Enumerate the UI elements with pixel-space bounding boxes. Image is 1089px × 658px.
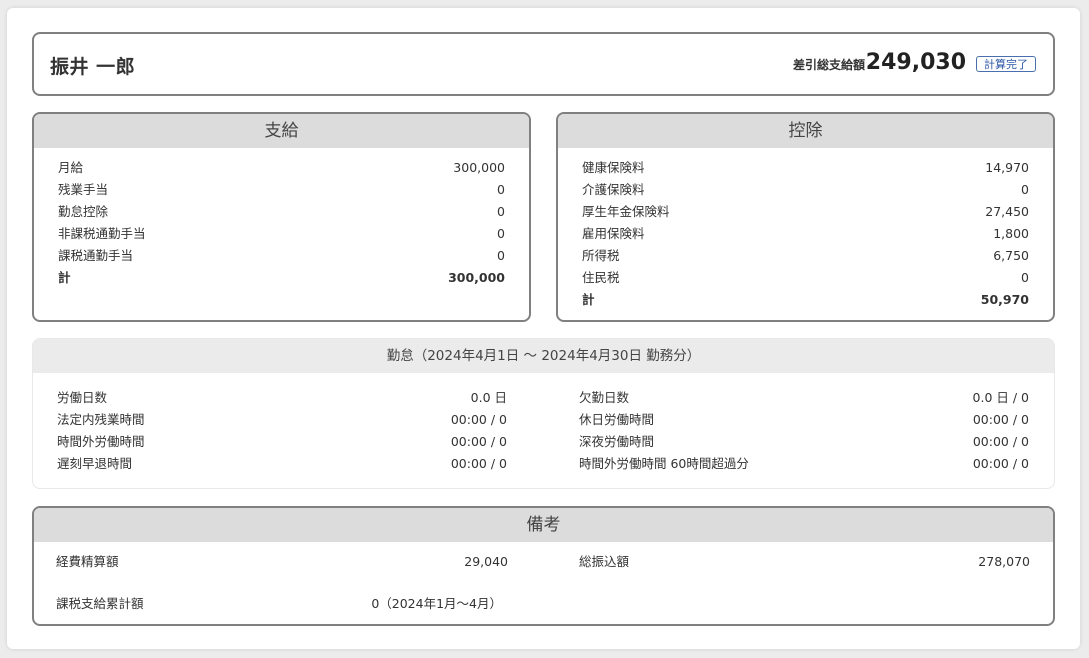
deductions-label: 健康保険料 (582, 160, 645, 175)
deductions-row: 雇用保険料 1,800 (582, 223, 1029, 245)
expense-value: 29,040 (464, 554, 508, 569)
deductions-label: 厚生年金保険料 (582, 204, 670, 219)
attendance-label: 遅刻早退時間 (57, 456, 133, 471)
ytd-label: 課税支給累計額 (56, 596, 144, 611)
deductions-total-row: 計 50,970 (582, 289, 1029, 311)
attendance-value: 0.0 日 (470, 390, 507, 405)
attendance-value: 00:00 / 0 (450, 434, 507, 449)
attendance-row: 法定内残業時間 00:00 / 0 (57, 409, 507, 431)
deductions-title: 控除 (558, 114, 1053, 148)
transfer-value: 278,070 (978, 554, 1030, 569)
transfer-label: 総振込額 (579, 554, 630, 569)
net-pay-label: 差引総支給額 (792, 58, 865, 72)
earnings-value: 300,000 (453, 160, 505, 175)
deductions-value: 0 (1021, 182, 1029, 197)
deductions-total-label: 計 (582, 292, 595, 307)
deductions-value: 1,800 (993, 226, 1029, 241)
attendance-label: 労働日数 (57, 390, 108, 405)
deductions-row: 所得税 6,750 (582, 245, 1029, 267)
earnings-label: 非課税通勤手当 (58, 226, 146, 241)
attendance-row: 深夜労働時間 00:00 / 0 (579, 431, 1029, 453)
earnings-label: 月給 (58, 160, 84, 175)
earnings-title: 支給 (34, 114, 529, 148)
earnings-row: 課税通勤手当 0 (58, 245, 505, 267)
net-pay-value: 249,030 (865, 50, 966, 75)
earnings-value: 0 (497, 248, 505, 263)
deductions-row: 健康保険料 14,970 (582, 157, 1029, 179)
earnings-value: 0 (497, 226, 505, 241)
attendance-label: 休日労働時間 (579, 412, 655, 427)
earnings-total-value: 300,000 (448, 270, 505, 285)
deductions-value: 6,750 (993, 248, 1029, 263)
attendance-row: 労働日数 0.0 日 (57, 387, 507, 409)
attendance-row: 時間外労働時間 60時間超過分 00:00 / 0 (579, 453, 1029, 475)
earnings-section: 支給 月給 300,000 残業手当 0 勤怠控除 0 非課税通勤手当 0 課税通勤手当… (32, 112, 531, 322)
deductions-section: 控除 健康保険料 14,970 介護保険料 0 厚生年金保険料 27,450 雇用保険… (556, 112, 1055, 322)
earnings-total-label: 計 (58, 270, 71, 285)
earnings-value: 0 (497, 204, 505, 219)
attendance-value: 00:00 / 0 (972, 456, 1029, 471)
attendance-label: 法定内残業時間 (57, 412, 145, 427)
status-badge: 計算完了 (976, 56, 1036, 72)
attendance-row: 欠勤日数 0.0 日 / 0 (579, 387, 1029, 409)
employee-name: 振井 一郎 (50, 56, 136, 78)
deductions-value: 27,450 (985, 204, 1029, 219)
attendance-row: 時間外労働時間 00:00 / 0 (57, 431, 507, 453)
attendance-label: 時間外労働時間 (57, 434, 145, 449)
earnings-label: 勤怠控除 (58, 204, 109, 219)
deductions-label: 住民税 (582, 270, 620, 285)
attendance-label: 時間外労働時間 60時間超過分 (579, 456, 749, 471)
remarks-section: 備考 経費精算額 29,040 総振込額 278,070 課税支給累計額 0（2024… (32, 506, 1055, 626)
deductions-value: 14,970 (985, 160, 1029, 175)
earnings-label: 残業手当 (58, 182, 109, 197)
attendance-value: 00:00 / 0 (972, 434, 1029, 449)
deductions-row: 住民税 0 (582, 267, 1029, 289)
attendance-value: 00:00 / 0 (450, 456, 507, 471)
deductions-label: 雇用保険料 (582, 226, 645, 241)
deductions-row: 厚生年金保険料 27,450 (582, 201, 1029, 223)
attendance-section: 勤怠（2024年4月1日 〜 2024年4月30日 勤務分） 労働日数 0.0 日… (32, 338, 1055, 489)
remarks-title: 備考 (34, 508, 1053, 542)
earnings-row: 勤怠控除 0 (58, 201, 505, 223)
deductions-value: 0 (1021, 270, 1029, 285)
deductions-row: 介護保険料 0 (582, 179, 1029, 201)
earnings-total-row: 計 300,000 (58, 267, 505, 289)
remarks-row: 総振込額 278,070 (579, 551, 1030, 573)
earnings-value: 0 (497, 182, 505, 197)
attendance-row: 遅刻早退時間 00:00 / 0 (57, 453, 507, 475)
earnings-row: 月給 300,000 (58, 157, 505, 179)
deductions-label: 所得税 (582, 248, 620, 263)
attendance-value: 00:00 / 0 (972, 412, 1029, 427)
attendance-value: 00:00 / 0 (450, 412, 507, 427)
earnings-row: 残業手当 0 (58, 179, 505, 201)
remarks-row: 課税支給累計額 0（2024年1月〜4月） (56, 593, 508, 615)
attendance-value: 0.0 日 / 0 (972, 390, 1029, 405)
earnings-row: 非課税通勤手当 0 (58, 223, 505, 245)
expense-label: 経費精算額 (56, 554, 119, 569)
earnings-label: 課税通勤手当 (58, 248, 134, 263)
ytd-value: 0（2024年1月〜4月） (371, 596, 502, 611)
remarks-row: 経費精算額 29,040 (56, 551, 508, 573)
attendance-label: 欠勤日数 (579, 390, 630, 405)
attendance-row: 休日労働時間 00:00 / 0 (579, 409, 1029, 431)
deductions-total-value: 50,970 (980, 292, 1029, 307)
deductions-label: 介護保険料 (582, 182, 645, 197)
attendance-label: 深夜労働時間 (579, 434, 655, 449)
payslip-header: 振井 一郎 差引総支給額 249,030 計算完了 (32, 32, 1055, 96)
attendance-title: 勤怠（2024年4月1日 〜 2024年4月30日 勤務分） (33, 339, 1054, 373)
